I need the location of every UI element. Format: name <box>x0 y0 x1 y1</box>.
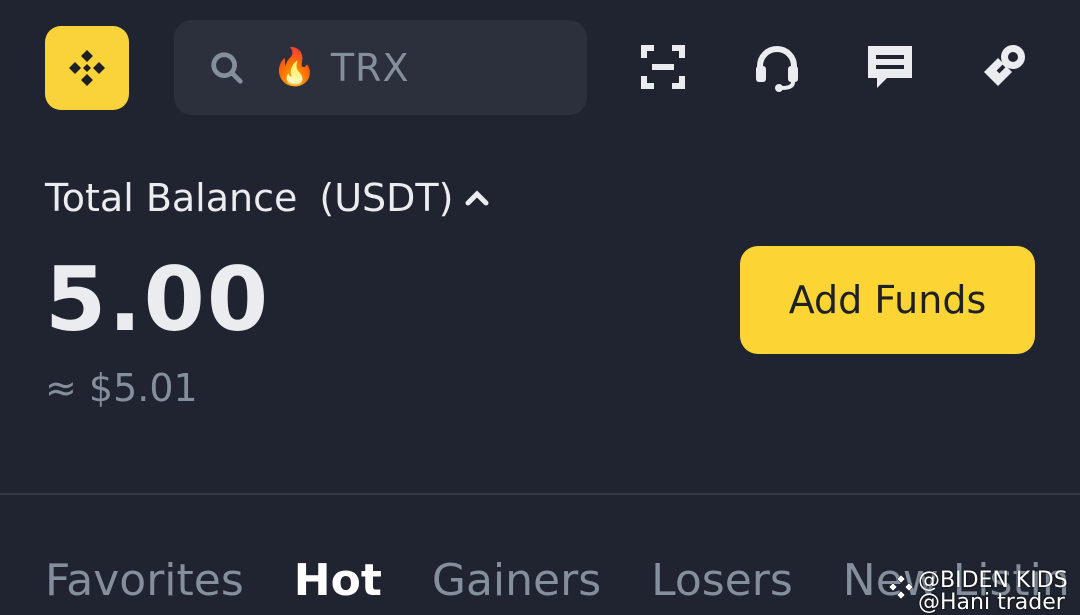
search-input[interactable]: 🔥 TRX <box>174 20 587 115</box>
balance-value: 5.00 <box>45 248 271 351</box>
scan-icon[interactable] <box>638 42 688 92</box>
watermark-line-1: @BIDEN KIDS <box>918 568 1068 593</box>
total-balance-label[interactable]: Total Balance (USDT) <box>45 176 491 220</box>
chevron-up-icon[interactable] <box>463 184 491 212</box>
tab-hot[interactable]: Hot <box>294 555 382 606</box>
headset-icon[interactable] <box>752 42 802 92</box>
search-icon <box>211 51 243 84</box>
fire-icon: 🔥 <box>272 46 317 88</box>
divider <box>0 493 1080 495</box>
tab-gainers[interactable]: Gainers <box>432 555 601 606</box>
watermark-line-2: @Hani trader <box>918 590 1065 615</box>
watermark-logo-icon <box>888 574 914 600</box>
chat-icon[interactable] <box>865 42 915 92</box>
tab-losers[interactable]: Losers <box>651 555 793 606</box>
key-icon[interactable] <box>980 42 1030 92</box>
tab-favorites[interactable]: Favorites <box>45 555 244 606</box>
balance-approx-usd: ≈ $5.01 <box>45 366 198 410</box>
balance-unit: (USDT) <box>319 176 454 220</box>
watermark: @BIDEN KIDS @Hani trader <box>918 570 1068 614</box>
search-value: TRX <box>330 45 410 90</box>
binance-logo-icon[interactable] <box>45 26 129 110</box>
balance-label-text: Total Balance <box>45 176 298 220</box>
add-funds-button[interactable]: Add Funds <box>740 246 1035 354</box>
